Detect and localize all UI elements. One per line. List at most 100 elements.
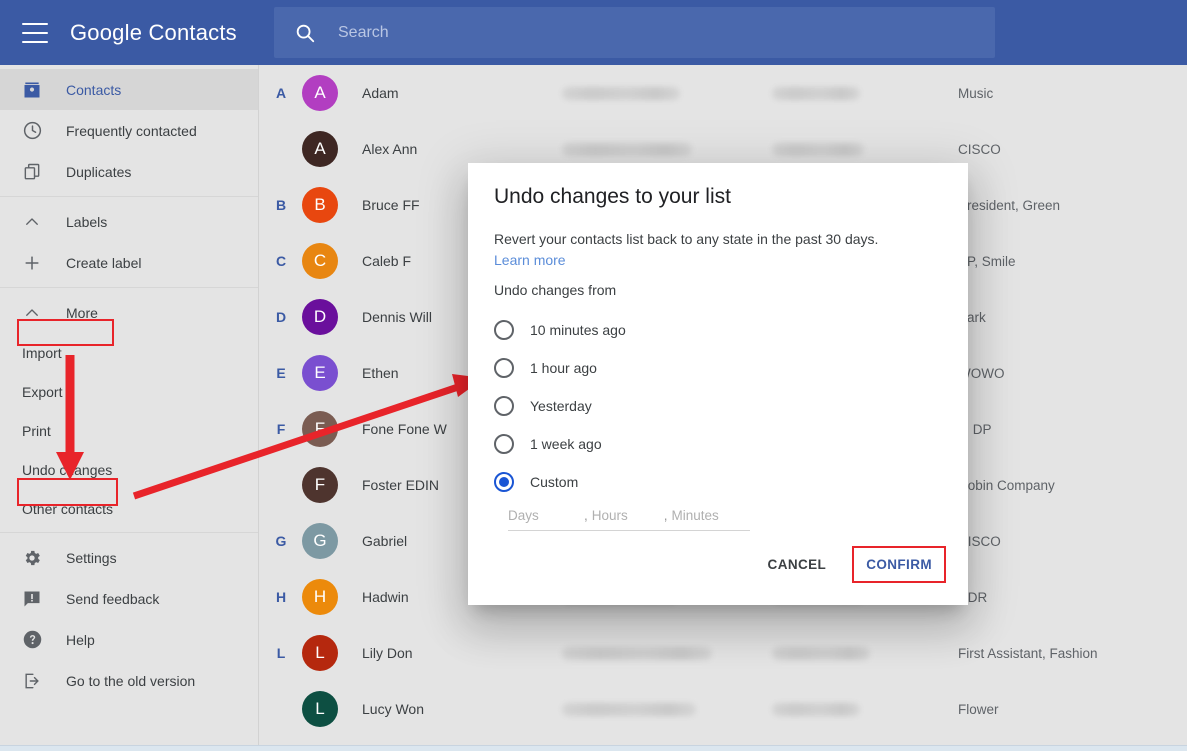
contact-company: Flower	[958, 701, 999, 717]
contact-card-icon	[20, 78, 44, 102]
sidebar-item-label: Go to the old version	[66, 672, 196, 689]
cancel-button[interactable]: CANCEL	[756, 548, 839, 581]
sidebar-item-send-feedback[interactable]: Send feedback	[0, 578, 258, 619]
radio-button-icon[interactable]	[494, 358, 514, 378]
google-contacts-app: Google Contacts Search Contacts Frequent…	[0, 0, 1187, 751]
help-question-icon	[20, 628, 44, 652]
radio-button-icon[interactable]	[494, 434, 514, 454]
contact-company: CISCO	[958, 141, 1001, 157]
custom-time-fields: Days , Hours , Minutes	[508, 508, 750, 531]
radio-button-icon[interactable]	[494, 396, 514, 416]
contact-name: Adam	[362, 85, 399, 101]
contact-name: Lucy Won	[362, 701, 424, 717]
avatar: G	[302, 523, 338, 559]
sidebar-item-duplicates[interactable]: Duplicates	[0, 151, 258, 192]
radio-button-icon-selected[interactable]	[494, 472, 514, 492]
contact-company: President, Green	[958, 197, 1061, 213]
sidebar-item-frequently-contacted[interactable]: Frequently contacted	[0, 110, 258, 151]
plus-icon	[20, 251, 44, 275]
chevron-up-icon	[20, 210, 44, 234]
radio-label: 1 hour ago	[530, 360, 597, 376]
avatar: L	[302, 635, 338, 671]
field-separator: ,	[663, 508, 672, 531]
contact-name: Lily Don	[362, 645, 413, 661]
sidebar-item-import[interactable]: Import	[0, 333, 258, 372]
sidebar-item-more[interactable]: More	[0, 292, 258, 333]
sidebar-item-create-label[interactable]: Create label	[0, 242, 258, 283]
sidebar-item-other-contacts[interactable]: Other contacts	[0, 489, 258, 528]
avatar: A	[302, 75, 338, 111]
radio-label: Yesterday	[530, 398, 592, 414]
hamburger-menu-icon[interactable]	[22, 22, 48, 43]
sidebar-subitem-label: Import	[22, 344, 62, 361]
sidebar-subitem-label: Print	[22, 422, 51, 439]
contact-name: Alex Ann	[362, 141, 418, 157]
contact-company: First Assistant, Fashion	[958, 645, 1098, 661]
dialog-actions: CANCEL CONFIRM	[756, 546, 946, 583]
duplicate-copy-icon	[20, 160, 44, 184]
bottom-status-strip	[0, 745, 1187, 751]
search-bar[interactable]: Search	[274, 7, 995, 58]
brand-contacts: Contacts	[148, 19, 237, 45]
avatar: A	[302, 131, 338, 167]
hours-input[interactable]: Hours	[591, 508, 664, 531]
radio-option-yesterday[interactable]: Yesterday	[494, 387, 626, 425]
confirm-button[interactable]: CONFIRM	[854, 548, 944, 581]
learn-more-link[interactable]: Learn more	[494, 252, 566, 268]
row-letter: D	[275, 309, 287, 325]
undo-time-radio-group: 10 minutes ago 1 hour ago Yesterday 1 we…	[494, 311, 626, 501]
sidebar-group-labels: Labels Create label	[0, 197, 258, 288]
sidebar-item-go-to-old-version[interactable]: Go to the old version	[0, 660, 258, 701]
sidebar-item-undo-changes[interactable]: Undo changes	[0, 450, 258, 489]
contact-email-redacted	[562, 86, 772, 100]
contact-phone-redacted	[772, 702, 952, 716]
sidebar-item-help[interactable]: Help	[0, 619, 258, 660]
sidebar-subitem-label: Other contacts	[22, 500, 114, 517]
gear-icon	[20, 546, 44, 570]
radio-option-custom[interactable]: Custom	[494, 463, 626, 501]
avatar: L	[302, 691, 338, 727]
confirm-button-highlight: CONFIRM	[852, 546, 946, 583]
field-separator: ,	[584, 508, 592, 531]
table-row[interactable]: A A Adam Music	[260, 65, 1187, 121]
dialog-title: Undo changes to your list	[494, 185, 731, 208]
sidebar-item-settings[interactable]: Settings	[0, 537, 258, 578]
radio-option-10-minutes[interactable]: 10 minutes ago	[494, 311, 626, 349]
brand-google: Google	[70, 19, 143, 45]
radio-button-icon[interactable]	[494, 320, 514, 340]
table-row[interactable]: L L Lily Don First Assistant, Fashion	[260, 625, 1187, 681]
radio-option-1-week[interactable]: 1 week ago	[494, 425, 626, 463]
avatar: B	[302, 187, 338, 223]
sidebar-item-labels[interactable]: Labels	[0, 201, 258, 242]
search-input[interactable]: Search	[338, 24, 389, 42]
sidebar-item-print[interactable]: Print	[0, 411, 258, 450]
sidebar-item-label: Create label	[66, 254, 142, 271]
undo-changes-dialog: Undo changes to your list Revert your co…	[468, 163, 968, 605]
sidebar-group-primary: Contacts Frequently contacted Duplicates	[0, 65, 258, 197]
row-letter: C	[275, 253, 287, 269]
sidebar-item-label: Duplicates	[66, 163, 132, 180]
avatar: D	[302, 299, 338, 335]
search-icon	[294, 22, 316, 44]
row-letter: B	[275, 197, 287, 213]
sidebar-group-more: More Import Export Print Undo changes Ot…	[0, 288, 258, 533]
dialog-description: Revert your contacts list back to any st…	[494, 231, 879, 247]
app-brand: Google Contacts	[70, 20, 237, 46]
avatar: F	[302, 467, 338, 503]
feedback-icon	[20, 587, 44, 611]
sidebar-item-label: Frequently contacted	[66, 122, 197, 139]
days-input[interactable]: Days	[508, 508, 584, 531]
app-header: Google Contacts Search	[0, 0, 1187, 65]
avatar: E	[302, 355, 338, 391]
dialog-section-label: Undo changes from	[494, 282, 617, 298]
sidebar-item-label: Help	[66, 631, 95, 648]
row-letter: F	[276, 421, 286, 437]
sidebar-item-export[interactable]: Export	[0, 372, 258, 411]
history-clock-icon	[20, 119, 44, 143]
radio-option-1-hour[interactable]: 1 hour ago	[494, 349, 626, 387]
table-row[interactable]: L Lucy Won Flower	[260, 681, 1187, 737]
contact-phone-redacted	[772, 86, 952, 100]
minutes-input[interactable]: Minutes	[671, 508, 750, 531]
sidebar-item-label: More	[66, 304, 98, 321]
sidebar-item-contacts[interactable]: Contacts	[0, 69, 258, 110]
